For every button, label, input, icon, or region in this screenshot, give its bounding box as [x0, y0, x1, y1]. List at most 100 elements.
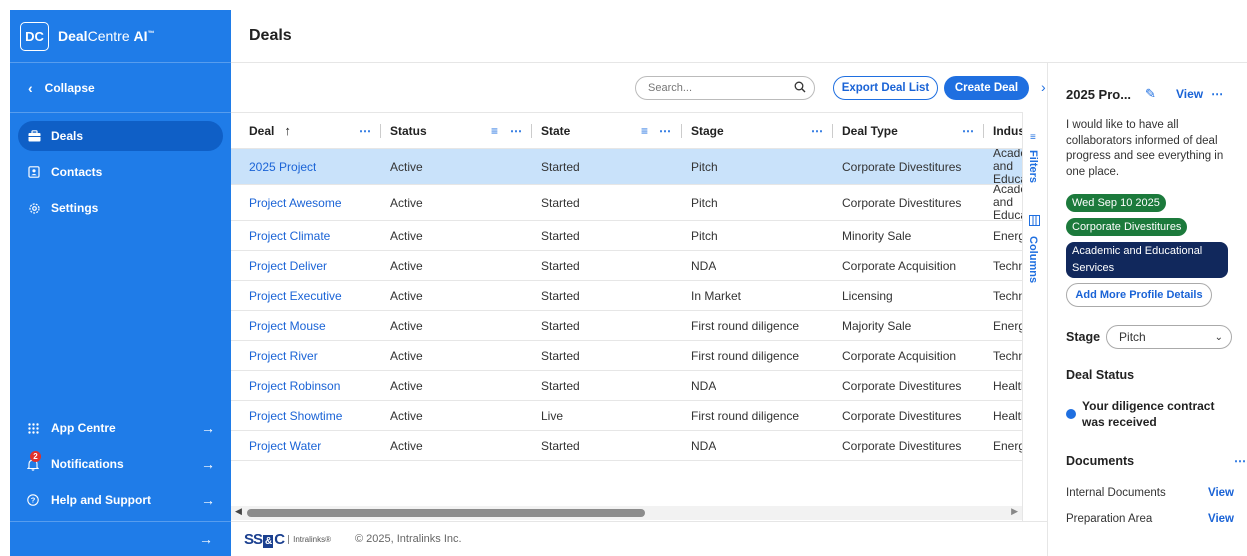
cell-deal[interactable]: Project Executive [249, 281, 342, 310]
cell-stage: Pitch [691, 228, 718, 243]
sidebar-item-label: Deals [51, 129, 84, 143]
chevron-down-icon: ⌄ [1214, 331, 1224, 343]
more-icon[interactable]: ⋯ [1234, 454, 1247, 468]
column-header-stage[interactable]: Stage [691, 112, 724, 149]
chevron-right-icon[interactable]: › [1041, 79, 1046, 95]
arrow-right-icon: → [201, 420, 215, 436]
document-view-link[interactable]: View [1208, 487, 1234, 499]
sort-ascending-icon[interactable]: ↑ [284, 123, 291, 138]
column-header-status[interactable]: Status [390, 112, 427, 149]
horizontal-scrollbar[interactable]: ◀ ▶ [231, 506, 1022, 520]
scroll-right-icon[interactable]: ▶ [1011, 506, 1018, 517]
cell-deal[interactable]: Project Deliver [249, 251, 327, 280]
sidebar-item-notifications[interactable]: 2 Notifications → [10, 446, 231, 482]
cell-deal[interactable]: Project Robinson [249, 371, 340, 400]
collapse-button[interactable]: ‹ Collapse [10, 63, 231, 113]
table-row[interactable]: Project River Active Started First round di… [231, 341, 1022, 371]
column-header-industry[interactable]: Indus [993, 112, 1022, 149]
column-header-deal[interactable]: Deal ↑ [249, 112, 291, 149]
filters-tab[interactable]: Filters [1027, 150, 1039, 183]
cell-deal[interactable]: Project Showtime [249, 401, 342, 430]
cell-deal[interactable]: Project Awesome [249, 185, 342, 220]
column-menu-status[interactable]: ⋯ [510, 112, 523, 149]
sidebar-item-deals[interactable]: Deals [18, 121, 223, 151]
search-icon[interactable] [794, 81, 806, 96]
table-row[interactable]: Project Deliver Active Started NDA Corporate… [231, 251, 1022, 281]
filter-active-icon[interactable]: ≡ [491, 112, 498, 149]
sidebar-item-settings[interactable]: Settings [18, 193, 223, 223]
table-row[interactable]: Project Water Active Started NDA Corporate D… [231, 431, 1022, 461]
cell-state: Started [541, 438, 580, 453]
column-menu-deal[interactable]: ⋯ [359, 112, 372, 149]
table-row[interactable]: Project Climate Active Started Pitch Minorit… [231, 221, 1022, 251]
cell-status: Active [390, 318, 423, 333]
panel-view-link[interactable]: View [1176, 87, 1203, 101]
document-name: Internal Documents [1066, 487, 1166, 499]
sidebar-item-contacts[interactable]: Contacts [18, 157, 223, 187]
column-header-deal-type[interactable]: Deal Type [842, 112, 898, 149]
column-separator [531, 112, 532, 149]
columns-icon[interactable] [1029, 215, 1040, 229]
ssc-logo-amp: & [263, 534, 274, 548]
column-header-label: Stage [691, 123, 724, 138]
cell-deal[interactable]: Project Water [249, 431, 321, 460]
export-deal-list-button[interactable]: Export Deal List [833, 76, 938, 100]
cell-deal-type: Corporate Divestitures [842, 195, 962, 210]
deal-status-title: Deal Status [1066, 368, 1135, 382]
stage-select[interactable]: Pitch ⌄ [1106, 325, 1233, 349]
table-row[interactable]: Project Robinson Active Started NDA Corporat… [231, 371, 1022, 401]
scroll-left-icon[interactable]: ◀ [235, 506, 242, 517]
cell-status: Active [390, 348, 423, 363]
search-box [635, 76, 815, 100]
sidebar: DC DealCentre AI™ ‹ Collapse Deals Conta… [10, 10, 231, 556]
chevron-left-icon: ‹ [28, 79, 33, 96]
sidebar-item-app-centre[interactable]: App Centre → [10, 410, 231, 446]
cell-status: Active [390, 378, 423, 393]
add-more-profile-details-button[interactable]: Add More Profile Details [1066, 283, 1212, 307]
table-row[interactable]: Project Awesome Active Started Pitch Corpora… [231, 185, 1022, 221]
cell-deal[interactable]: Project Climate [249, 221, 330, 250]
filter-active-icon[interactable]: ≡ [641, 112, 648, 149]
pencil-icon[interactable]: ✎ [1145, 86, 1156, 102]
cell-status: Active [390, 258, 423, 273]
filter-icon[interactable]: ≡ [1030, 132, 1036, 143]
search-input[interactable] [648, 82, 794, 94]
column-menu-stage[interactable]: ⋯ [811, 112, 824, 149]
more-icon[interactable]: ⋯ [1211, 87, 1224, 101]
cell-industry: Technology [993, 258, 1022, 273]
create-deal-button[interactable]: Create Deal [944, 76, 1029, 100]
expand-sidebar-button[interactable]: → [10, 521, 231, 556]
column-header-state[interactable]: State [541, 112, 570, 149]
cell-deal[interactable]: 2025 Project [249, 149, 316, 184]
table-row[interactable]: Project Showtime Active Live First round di… [231, 401, 1022, 431]
document-view-link[interactable]: View [1208, 513, 1234, 525]
brand-tm: ™ [147, 30, 155, 38]
brand-name: DealCentre AI™ [58, 28, 155, 44]
document-row: Internal Documents View [1066, 487, 1234, 499]
stage-label: Stage [1066, 330, 1101, 344]
cell-stage: NDA [691, 438, 717, 453]
sidebar-item-help[interactable]: ? Help and Support → [10, 482, 231, 518]
cell-deal-type: Corporate Acquisition [842, 348, 957, 363]
cell-deal-type: Corporate Divestitures [842, 159, 962, 174]
scrollbar-thumb[interactable] [247, 509, 645, 517]
cell-status: Active [390, 195, 423, 210]
column-menu-deal-type[interactable]: ⋯ [962, 112, 975, 149]
arrow-right-icon: → [199, 531, 213, 547]
more-icon: ⋯ [962, 123, 975, 138]
page-header: Deals [231, 10, 1247, 63]
cell-industry: Energy [993, 318, 1022, 333]
cell-deal[interactable]: Project River [249, 341, 318, 370]
intralinks-logo: Intralinks® [288, 534, 331, 544]
table-row[interactable]: 2025 Project Active Started Pitch Corporate … [231, 149, 1022, 185]
cell-state: Started [541, 288, 580, 303]
cell-industry: Academic and Educational [993, 149, 1022, 184]
table-row[interactable]: Project Mouse Active Started First round di… [231, 311, 1022, 341]
table-row[interactable]: Project Executive Active Started In Market L… [231, 281, 1022, 311]
column-header-label: State [541, 123, 571, 138]
column-menu-state[interactable]: ⋯ [659, 112, 672, 149]
columns-tab[interactable]: Columns [1027, 236, 1039, 283]
toolbar: Export Deal List Create Deal › [231, 63, 1046, 112]
stage-row: Stage Pitch ⌄ [1066, 325, 1233, 349]
cell-deal[interactable]: Project Mouse [249, 311, 326, 340]
